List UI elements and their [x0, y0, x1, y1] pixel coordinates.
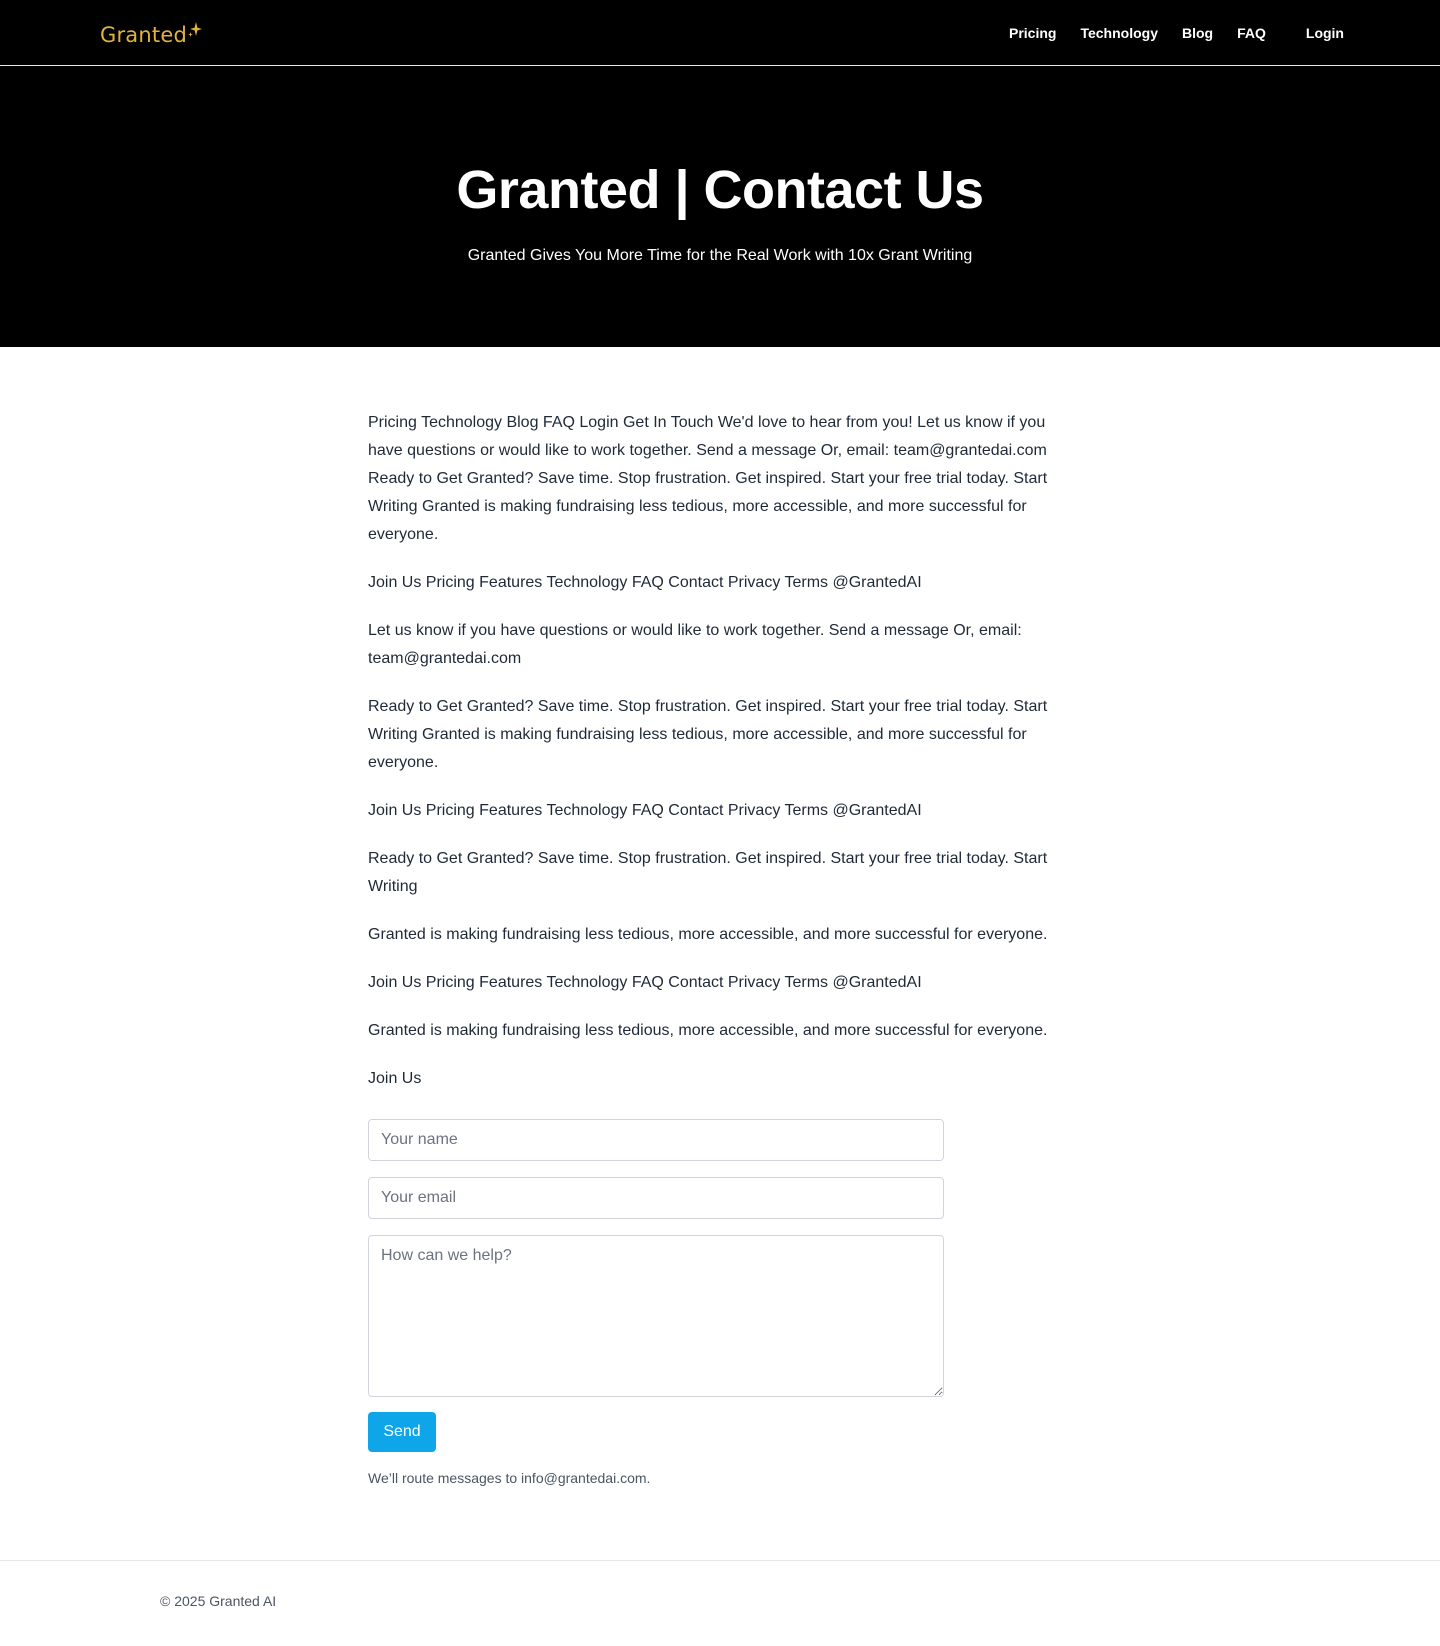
- brand-logo-link[interactable]: Granted: [100, 22, 202, 48]
- name-input[interactable]: [368, 1119, 944, 1161]
- route-note: We’ll route messages to info@grantedai.c…: [368, 1470, 651, 1486]
- nav-blog-link[interactable]: Blog: [1182, 25, 1213, 41]
- nav-faq-link[interactable]: FAQ: [1237, 25, 1266, 41]
- login-link[interactable]: Login: [1306, 25, 1344, 41]
- hero-banner: Granted | Contact Us Granted Gives You M…: [0, 66, 1440, 347]
- brand-logo-text: Granted: [100, 23, 187, 47]
- nav-technology-link[interactable]: Technology: [1080, 25, 1158, 41]
- content-paragraph: Ready to Get Granted? Save time. Stop fr…: [368, 698, 1048, 771]
- content-paragraph: Join Us Pricing Features Technology FAQ …: [368, 974, 922, 991]
- email-input[interactable]: [368, 1177, 944, 1219]
- contact-form: Send: [368, 1119, 1048, 1452]
- nav-pricing-link[interactable]: Pricing: [1009, 25, 1056, 41]
- page-title: Granted | Contact Us: [456, 160, 984, 220]
- page-footer: © 2025 Granted AI: [0, 1560, 1440, 1646]
- main-nav: Pricing Technology Blog FAQ Login: [1009, 0, 1440, 66]
- message-textarea[interactable]: [368, 1235, 944, 1397]
- hero-subtitle: Granted Gives You More Time for the Real…: [467, 247, 973, 264]
- copyright-text: © 2025 Granted AI: [160, 1593, 277, 1609]
- content-paragraph: Let us know if you have questions or wou…: [368, 622, 1022, 667]
- content-paragraph: Granted is making fundraising less tedio…: [368, 1022, 1048, 1039]
- content-paragraph: Join Us Pricing Features Technology FAQ …: [368, 802, 922, 819]
- top-navbar: Granted Pricing Technology Blog FAQ Logi…: [0, 0, 1440, 66]
- content-paragraph: Pricing Technology Blog FAQ Login Get In…: [368, 414, 1048, 543]
- content-paragraph: Join Us Pricing Features Technology FAQ …: [368, 574, 922, 591]
- sparkle-icon: [187, 22, 202, 37]
- content-paragraph: Ready to Get Granted? Save time. Stop fr…: [368, 850, 1048, 895]
- content-paragraph: Join Us: [368, 1070, 422, 1087]
- main-content: Pricing Technology Blog FAQ Login Get In…: [368, 347, 1048, 1486]
- content-paragraph: Granted is making fundraising less tedio…: [368, 926, 1048, 943]
- send-button[interactable]: Send: [368, 1412, 436, 1452]
